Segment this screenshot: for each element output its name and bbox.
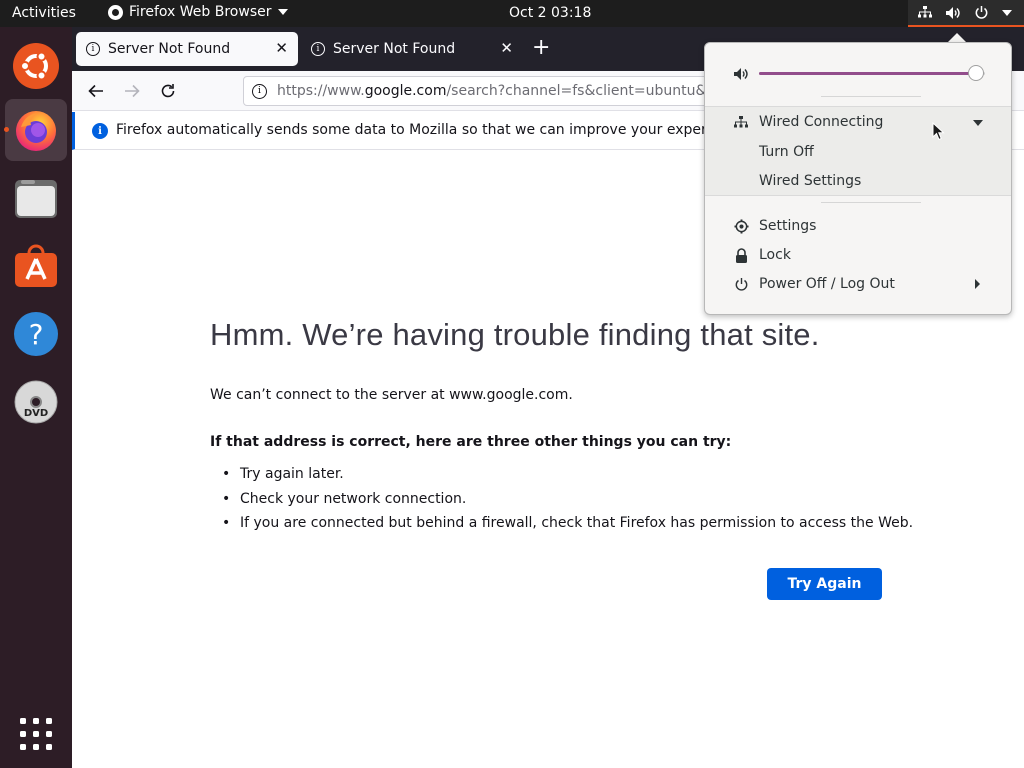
expand-arrow-icon <box>973 120 983 126</box>
volume-icon <box>945 6 961 20</box>
settings-item[interactable]: Settings <box>705 212 1011 240</box>
wired-settings-label: Wired Settings <box>759 173 862 189</box>
app-menu-label: Firefox Web Browser <box>129 4 272 20</box>
submenu-arrow-icon <box>975 279 980 289</box>
menu-separator <box>821 202 921 203</box>
lock-item[interactable]: Lock <box>705 241 1011 269</box>
close-icon[interactable]: ✕ <box>500 39 513 57</box>
show-apps-grid-icon <box>20 718 52 750</box>
chevron-down-icon <box>1002 9 1012 16</box>
firefox-small-icon <box>108 4 123 20</box>
error-description: We can’t connect to the server at www.go… <box>210 387 573 403</box>
tip-item: Check your network connection. <box>222 491 913 516</box>
app-menu[interactable]: Firefox Web Browser <box>108 4 288 20</box>
lock-label: Lock <box>759 247 791 263</box>
try-again-button[interactable]: Try Again <box>767 568 882 600</box>
menu-separator <box>821 96 921 97</box>
dock-item-show-apps[interactable] <box>5 703 67 765</box>
files-icon <box>15 180 57 218</box>
back-arrow-icon[interactable] <box>84 79 108 103</box>
info-icon: i <box>311 42 325 56</box>
error-hint: If that address is correct, here are thr… <box>210 434 732 450</box>
wired-connecting-item[interactable]: Wired Connecting <box>705 108 1011 136</box>
power-off-label: Power Off / Log Out <box>759 276 895 292</box>
dock-item-help[interactable]: ? <box>5 303 67 365</box>
tab-title: Server Not Found <box>333 41 456 57</box>
system-menu: Wired Connecting Turn Off Wired Settings… <box>704 42 1012 315</box>
gear-icon <box>733 218 749 234</box>
power-icon <box>733 276 749 292</box>
activities-button[interactable]: Activities <box>12 5 76 21</box>
tab-server-not-found-1[interactable]: i Server Not Found ✕ <box>76 32 298 66</box>
info-icon: i <box>92 123 108 139</box>
clock[interactable]: Oct 2 03:18 <box>509 5 591 21</box>
tip-item: If you are connected but behind a firewa… <box>222 515 913 540</box>
software-center-icon <box>15 244 57 287</box>
notice-text: Firefox automatically sends some data to… <box>116 122 745 138</box>
help-icon: ? <box>14 312 58 356</box>
forward-arrow-icon[interactable] <box>120 79 144 103</box>
ubuntu-logo-icon <box>13 43 59 89</box>
firefox-icon <box>16 111 56 151</box>
running-indicator <box>4 127 9 132</box>
power-off-item[interactable]: Power Off / Log Out <box>705 270 1011 298</box>
wired-connecting-label: Wired Connecting <box>759 114 884 130</box>
dock-item-software[interactable] <box>5 235 67 297</box>
tab-title: Server Not Found <box>108 41 231 57</box>
dock-item-ubuntu[interactable] <box>5 35 67 97</box>
close-icon[interactable]: ✕ <box>275 39 288 57</box>
top-bar: Activities Firefox Web Browser Oct 2 03:… <box>0 0 1024 27</box>
lock-icon <box>733 247 749 263</box>
system-tray[interactable] <box>908 0 1024 27</box>
turn-off-item[interactable]: Turn Off <box>705 138 1011 166</box>
dock-item-files[interactable] <box>5 167 67 229</box>
url-bar[interactable]: i https://www. google.com/search?channel=… <box>243 76 713 106</box>
error-title: Hmm. We’re having trouble finding that s… <box>210 317 820 352</box>
turn-off-label: Turn Off <box>759 144 814 160</box>
power-icon <box>974 5 989 20</box>
svg-text:DVD: DVD <box>24 408 48 419</box>
wired-settings-item[interactable]: Wired Settings <box>705 167 1011 195</box>
url-rest: /search?channel=fs&client=ubuntu& <box>446 83 707 99</box>
wired-section: Wired Connecting Turn Off Wired Settings <box>705 106 1011 196</box>
info-icon: i <box>86 42 100 56</box>
mouse-cursor-icon <box>932 122 945 141</box>
dock-item-dvd[interactable]: DVD <box>5 371 67 433</box>
tip-item: Try again later. <box>222 466 913 491</box>
tab-server-not-found-2[interactable]: i Server Not Found ✕ <box>301 32 523 66</box>
dock: ? DVD <box>0 27 72 768</box>
dvd-icon: DVD <box>14 380 58 424</box>
volume-slider-fill <box>759 72 976 75</box>
chevron-down-icon <box>277 9 288 15</box>
url-prefix: https://www. <box>277 83 365 99</box>
reload-icon[interactable] <box>156 79 180 103</box>
site-info-icon[interactable]: i <box>252 83 267 99</box>
network-wired-icon <box>733 114 749 130</box>
dock-item-firefox[interactable] <box>4 99 67 161</box>
svg-text:?: ? <box>29 318 44 351</box>
url-domain: google.com <box>364 83 447 99</box>
tips-list: Try again later. Check your network conn… <box>222 466 913 540</box>
network-wired-icon <box>918 6 932 19</box>
volume-slider[interactable] <box>759 65 985 81</box>
new-tab-plus-icon[interactable]: + <box>532 37 550 59</box>
volume-slider-knob[interactable] <box>967 65 984 81</box>
settings-label: Settings <box>759 218 817 234</box>
volume-icon <box>733 67 749 85</box>
